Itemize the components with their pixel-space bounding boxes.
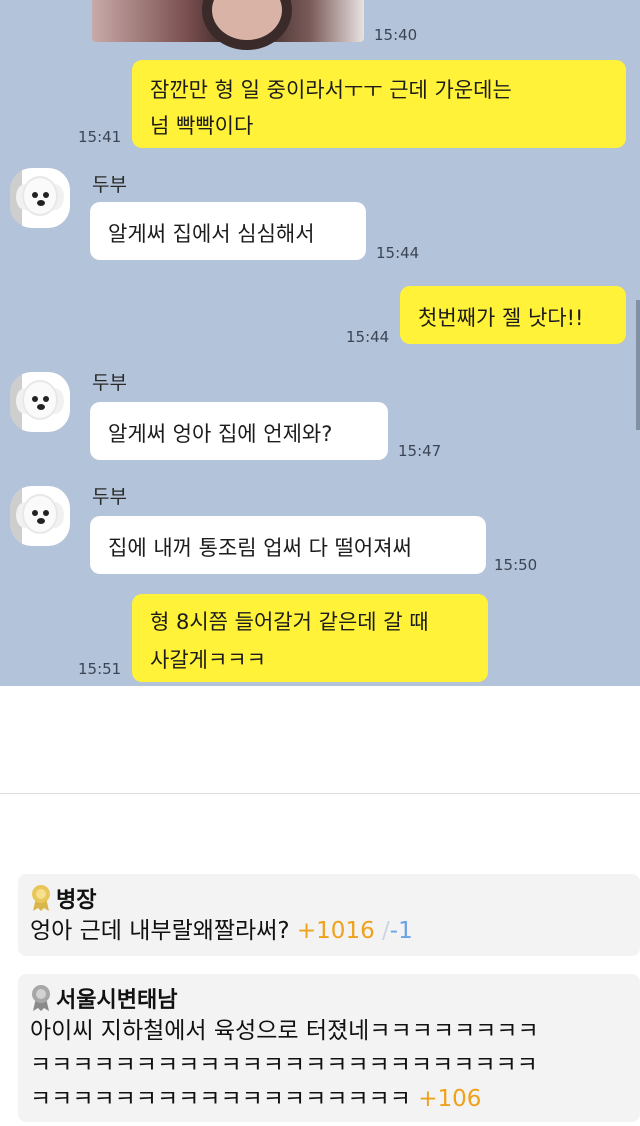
message-time: 15:41 — [78, 128, 122, 146]
comment-item: 병장 엉아 근데 내부랄왜짤라써? +1016 /-1 — [18, 874, 640, 956]
comment-text-line: ㅋㅋㅋㅋㅋㅋㅋㅋㅋㅋㅋㅋㅋㅋㅋㅋㅋㅋㅋㅋㅋㅋㅋㅋ — [30, 1052, 538, 1078]
comment-text-line: ㅋㅋㅋㅋㅋㅋㅋㅋㅋㅋㅋㅋㅋㅋㅋㅋㅋㅋ — [30, 1086, 411, 1112]
message-text: 잠깐만 형 일 중이라서ㅜㅜ 근데 가운데는 — [150, 78, 512, 102]
message-time: 15:50 — [494, 556, 538, 574]
dubu-avatar[interactable] — [10, 168, 70, 228]
chat-screenshot: 15:40 잠깐만 형 일 중이라서ㅜㅜ 근데 가운데는 넘 빡빡이다 15:4… — [0, 0, 640, 686]
scrollbar[interactable] — [636, 300, 640, 430]
gold-medal-icon — [30, 884, 52, 912]
message-time: 15:44 — [376, 244, 420, 262]
message-text: 집에 내꺼 통조림 업써 다 떨어져써 — [108, 536, 412, 560]
sender-name: 두부 — [92, 372, 127, 394]
their-message-bubble: 알게써 엉아 집에 언제와? — [90, 402, 388, 460]
vote-separator: / — [382, 918, 390, 944]
message-time: 15:51 — [78, 660, 122, 678]
comment-header: 서울시변태남 — [30, 982, 630, 1014]
message-text: 알게써 엉아 집에 언제와? — [108, 422, 333, 446]
upvote-count[interactable]: +1016 — [297, 918, 375, 944]
my-message-bubble: 형 8시쯤 들어갈거 같은데 갈 때 사갈게ㅋㅋㅋ — [132, 594, 488, 682]
dubu-avatar[interactable] — [10, 372, 70, 432]
upvote-count[interactable]: +106 — [418, 1086, 481, 1112]
message-text: 넘 빡빡이다 — [150, 114, 254, 138]
my-message-bubble: 잠깐만 형 일 중이라서ㅜㅜ 근데 가운데는 넘 빡빡이다 — [132, 60, 626, 148]
photo-face — [202, 0, 292, 50]
dubu-avatar[interactable] — [10, 486, 70, 546]
message-text: 사갈게ㅋㅋㅋ — [150, 648, 266, 672]
comment-author[interactable]: 병장 — [56, 882, 96, 914]
their-message-bubble: 집에 내꺼 통조림 업써 다 떨어져써 — [90, 516, 486, 574]
message-time: 15:47 — [398, 442, 442, 460]
sender-name: 두부 — [92, 486, 127, 508]
message-text: 첫번째가 젤 낫다!! — [418, 306, 584, 330]
message-time: 15:40 — [374, 26, 418, 44]
shared-photo[interactable] — [92, 0, 364, 50]
my-message-bubble: 첫번째가 젤 낫다!! — [400, 286, 626, 344]
divider — [0, 793, 640, 794]
silver-medal-icon — [30, 984, 52, 1012]
comment-author[interactable]: 서울시변태남 — [56, 982, 177, 1014]
their-message-bubble: 알게써 집에서 심심해서 — [90, 202, 366, 260]
comment-body: 아이씨 지하철에서 육성으로 터졌네ㅋㅋㅋㅋㅋㅋㅋㅋ ㅋㅋㅋㅋㅋㅋㅋㅋㅋㅋㅋㅋㅋ… — [30, 1014, 630, 1116]
comment-header: 병장 — [30, 882, 630, 914]
sender-name: 두부 — [92, 174, 127, 196]
comment-text-line: 아이씨 지하철에서 육성으로 터졌네ㅋㅋㅋㅋㅋㅋㅋㅋ — [30, 1018, 539, 1044]
message-time: 15:44 — [346, 328, 390, 346]
comment-item: 서울시변태남 아이씨 지하철에서 육성으로 터졌네ㅋㅋㅋㅋㅋㅋㅋㅋ ㅋㅋㅋㅋㅋㅋ… — [18, 974, 640, 1122]
downvote-count[interactable]: -1 — [390, 918, 413, 944]
message-text: 형 8시쯤 들어갈거 같은데 갈 때 — [150, 610, 429, 634]
message-text: 알게써 집에서 심심해서 — [108, 222, 315, 246]
comment-text: 엉아 근데 내부랄왜짤라써? — [30, 918, 290, 944]
comment-body: 엉아 근데 내부랄왜짤라써? +1016 /-1 — [30, 914, 630, 948]
